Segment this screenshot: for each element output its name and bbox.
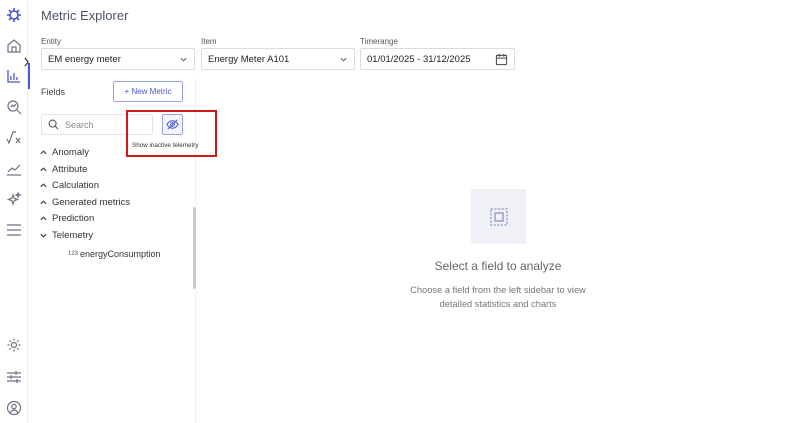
chevron-right-icon[interactable] bbox=[21, 55, 31, 69]
tree-group-attribute[interactable]: Attribute bbox=[39, 162, 87, 176]
tree-group-telemetry[interactable]: Telemetry bbox=[39, 228, 93, 242]
tree-group-label: Calculation bbox=[52, 179, 99, 191]
sparkle-icon[interactable] bbox=[4, 190, 24, 210]
search-icon bbox=[48, 119, 59, 130]
chevron-up-icon bbox=[40, 199, 47, 204]
home-icon[interactable] bbox=[4, 36, 24, 56]
chevron-down-icon bbox=[40, 233, 47, 238]
bar-chart-icon[interactable] bbox=[4, 66, 24, 86]
chevron-up-icon bbox=[40, 215, 47, 220]
tree-group-label: Generated metrics bbox=[52, 196, 131, 208]
formula-icon[interactable] bbox=[4, 128, 24, 148]
select-area-icon bbox=[489, 207, 508, 226]
chevron-up-icon bbox=[40, 166, 47, 171]
tree-group-prediction[interactable]: Prediction bbox=[39, 211, 94, 225]
highlight-box bbox=[126, 110, 217, 157]
page-title: Metric Explorer bbox=[41, 8, 129, 23]
menu-icon[interactable] bbox=[4, 220, 24, 240]
chevron-down-icon bbox=[340, 57, 347, 62]
telemetry-field-energy-consumption[interactable]: 123 energyConsumption bbox=[68, 249, 161, 259]
tree-group-calculation[interactable]: Calculation bbox=[39, 178, 99, 192]
new-metric-button[interactable]: + New Metric bbox=[113, 81, 183, 102]
entity-label: Entity bbox=[41, 37, 62, 46]
left-rail bbox=[0, 0, 31, 423]
empty-state-title: Select a field to analyze bbox=[434, 259, 562, 273]
item-value: Energy Meter A101 bbox=[208, 53, 290, 65]
chevron-up-icon bbox=[40, 182, 47, 187]
tree-group-generated-metrics[interactable]: Generated metrics bbox=[39, 195, 130, 209]
fields-scrollbar[interactable] bbox=[193, 207, 196, 289]
gear-icon[interactable] bbox=[4, 335, 24, 355]
field-label: energyConsumption bbox=[80, 249, 161, 259]
trend-icon[interactable] bbox=[4, 159, 24, 179]
entity-select[interactable]: EM energy meter bbox=[41, 48, 195, 70]
entity-value: EM energy meter bbox=[48, 53, 121, 65]
timerange-label: Timerange bbox=[360, 37, 398, 46]
chevron-down-icon bbox=[180, 57, 187, 62]
chevron-up-icon bbox=[40, 149, 47, 154]
tree-group-label: Telemetry bbox=[52, 229, 94, 241]
tree-group-label: Prediction bbox=[52, 212, 95, 224]
item-select[interactable]: Energy Meter A101 bbox=[201, 48, 355, 70]
user-icon[interactable] bbox=[4, 398, 24, 418]
tree-group-anomaly[interactable]: Anomaly bbox=[39, 145, 89, 159]
calendar-icon[interactable] bbox=[495, 53, 508, 66]
fields-label: Fields bbox=[41, 87, 66, 97]
logo-icon[interactable] bbox=[4, 5, 24, 25]
tree-group-label: Anomaly bbox=[52, 146, 89, 158]
metric-explorer-app: Metric Explorer Entity EM energy meter I… bbox=[0, 0, 800, 423]
tooltip: Show inactive telemetry bbox=[132, 142, 199, 149]
empty-state-description: Choose a field from the left sidebar to … bbox=[410, 285, 586, 309]
tree-group-label: Attribute bbox=[52, 163, 88, 175]
numeric-type-badge: 123 bbox=[68, 251, 79, 257]
item-label: Item bbox=[201, 37, 217, 46]
timerange-input[interactable]: 01/01/2025 - 31/12/2025 bbox=[360, 48, 515, 70]
search-chart-icon[interactable] bbox=[4, 97, 24, 117]
timerange-value: 01/01/2025 - 31/12/2025 bbox=[367, 53, 471, 65]
sliders-icon[interactable] bbox=[4, 367, 24, 387]
empty-state-icon-box bbox=[471, 189, 526, 244]
